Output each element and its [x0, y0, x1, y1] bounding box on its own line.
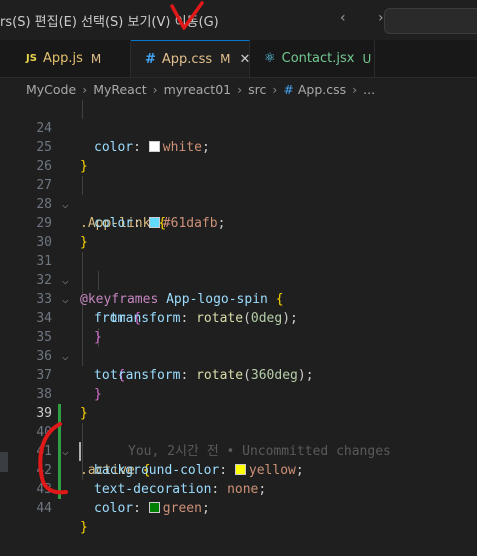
css-file-icon: #	[283, 81, 294, 97]
tab-contact-jsx[interactable]: ⚛ Contact.jsx U	[250, 40, 375, 77]
code-line: 25 }	[0, 119, 477, 174]
color-swatch[interactable]	[148, 502, 160, 513]
code-line: 37 }	[0, 347, 477, 402]
code-line: 33 transform: rotate(0deg);	[0, 271, 477, 326]
code-line: 34 }	[0, 290, 477, 345]
code-line: 28 color: #61dafb;	[0, 176, 477, 231]
code-line: 27 ⌵ .App-link {	[0, 157, 477, 231]
red-bracket-annotation	[38, 422, 68, 495]
code-line: 31 ⌵ @keyframes App-logo-spin {	[0, 233, 477, 307]
command-center[interactable]	[384, 8, 477, 34]
git-status-badge: M	[90, 51, 102, 66]
editor-tab-bar: JS App.js M # App.css M ✕ ⚛ Contact.jsx …	[0, 40, 477, 78]
code-line: 38 }	[0, 366, 477, 421]
code-line: 26	[0, 138, 477, 174]
tab-label: Contact.jsx	[281, 51, 355, 66]
breadcrumb-item[interactable]: myreact01	[164, 82, 231, 97]
tab-label: App.js	[42, 51, 83, 66]
code-line: 29 }	[0, 195, 477, 250]
code-line: 24 color: white;	[0, 100, 477, 155]
code-line: 39 You, 2시간 전 • Uncommitted changes	[0, 385, 477, 461]
line-number: 44	[36, 501, 52, 516]
git-status-badge: M	[220, 52, 231, 66]
code-line: 36 transform: rotate(360deg);	[0, 328, 477, 383]
code-line: 30	[0, 214, 477, 250]
breadcrumb-item[interactable]: src	[248, 82, 266, 97]
breadcrumb-file[interactable]: App.css	[298, 82, 346, 97]
breadcrumb: MyCode › MyReact › myreact01 › src › # App.c…	[0, 78, 477, 100]
chevron-right-icon: ›	[82, 81, 88, 97]
tab-app-js[interactable]: JS App.js M	[0, 40, 131, 77]
code-line: 35 ⌵ to {	[0, 309, 477, 383]
breadcrumb-item[interactable]: MyCode	[26, 82, 76, 97]
menu-bar: rs(S) 편집(E) 선택(S) 보기(V) 이동(G) ‹ ›	[0, 0, 477, 40]
tab-label: App.css	[161, 51, 213, 67]
chevron-right-icon: ›	[352, 81, 358, 97]
breadcrumb-more[interactable]: ...	[363, 82, 375, 97]
git-status-badge: U	[362, 51, 372, 66]
chevron-right-icon: ›	[272, 81, 278, 97]
tab-app-css[interactable]: # App.css M ✕	[131, 40, 250, 77]
css-file-icon: #	[145, 51, 156, 67]
js-file-icon: JS	[26, 53, 37, 64]
chevron-right-icon: ›	[152, 81, 158, 97]
css-property: color	[94, 501, 134, 516]
breadcrumb-item[interactable]: MyReact	[93, 82, 146, 97]
code-line: 32 ⌵ from {	[0, 252, 477, 326]
css-value: green	[162, 501, 202, 516]
close-icon[interactable]: ✕	[240, 52, 251, 67]
red-checkmark-annotation	[170, 1, 204, 30]
chevron-right-icon: ›	[237, 81, 243, 97]
react-file-icon: ⚛	[264, 51, 276, 66]
